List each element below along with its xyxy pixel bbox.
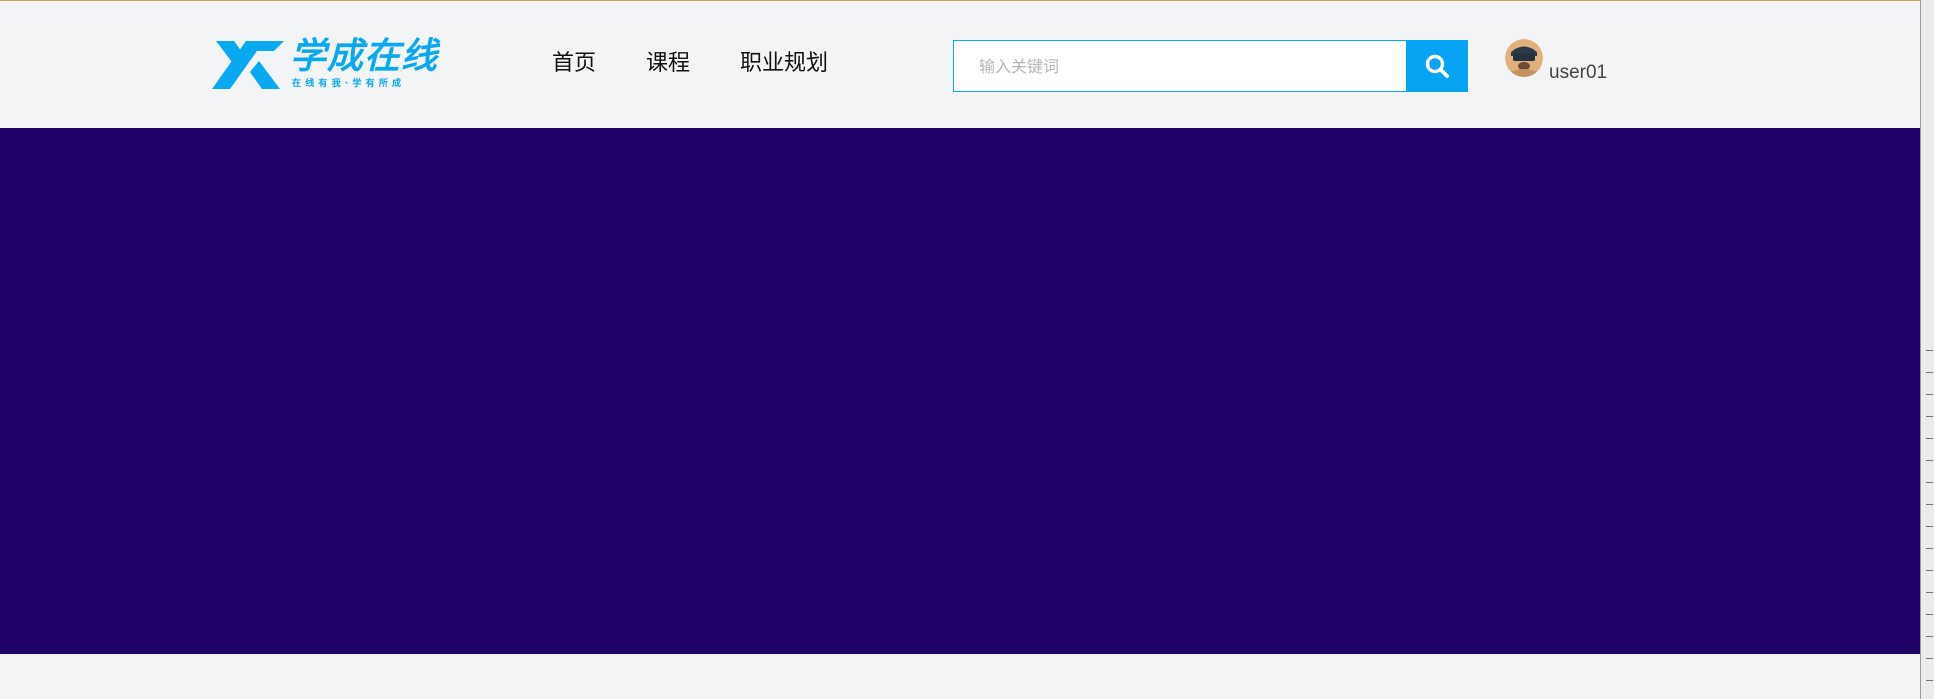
vertical-scrollbar[interactable] <box>1920 0 1934 699</box>
search-input[interactable] <box>954 41 1406 91</box>
search-icon <box>1425 54 1449 78</box>
user-menu[interactable]: user01 <box>1505 39 1607 83</box>
nav-item-home[interactable]: 首页 <box>552 47 596 81</box>
logo-mark-icon <box>212 41 284 89</box>
scrollbar-tick <box>1926 680 1933 681</box>
scrollbar-tick <box>1926 548 1933 549</box>
scrollbar-tick <box>1926 636 1933 637</box>
scrollbar-tick <box>1926 482 1933 483</box>
search-bar <box>953 40 1468 92</box>
scrollbar-tick <box>1926 438 1933 439</box>
scrollbar-tick <box>1926 394 1933 395</box>
logo-slogan: 在线有我·学有所成 <box>292 79 406 89</box>
scrollbar-tick <box>1926 592 1933 593</box>
scrollbar-tick <box>1926 526 1933 527</box>
hero-banner[interactable] <box>0 128 1920 654</box>
username[interactable]: user01 <box>1549 61 1607 85</box>
avatar[interactable] <box>1505 39 1543 77</box>
scrollbar-tick <box>1926 614 1933 615</box>
avatar-image <box>1505 39 1543 77</box>
nav-item-courses[interactable]: 课程 <box>646 47 690 81</box>
scrollbar-tick <box>1926 460 1933 461</box>
nav-item-career-planning[interactable]: 职业规划 <box>740 47 828 81</box>
page: 学成在线 在线有我·学有所成 首页 课程 职业规划 输入关键词 user01 <box>0 0 1934 699</box>
scrollbar-tick <box>1926 504 1933 505</box>
scrollbar-tick <box>1926 658 1933 659</box>
search-button[interactable] <box>1406 40 1468 92</box>
site-logo[interactable]: 学成在线 在线有我·学有所成 <box>210 36 456 93</box>
main-nav: 首页 课程 职业规划 <box>552 47 878 81</box>
scrollbar-tick <box>1926 372 1933 373</box>
site-header: 学成在线 在线有我·学有所成 首页 课程 职业规划 输入关键词 user01 <box>0 1 1920 128</box>
scrollbar-tick <box>1926 416 1933 417</box>
scrollbar-tick <box>1926 350 1933 351</box>
logo-title: 学成在线 <box>290 36 439 77</box>
scrollbar-tick <box>1926 570 1933 571</box>
